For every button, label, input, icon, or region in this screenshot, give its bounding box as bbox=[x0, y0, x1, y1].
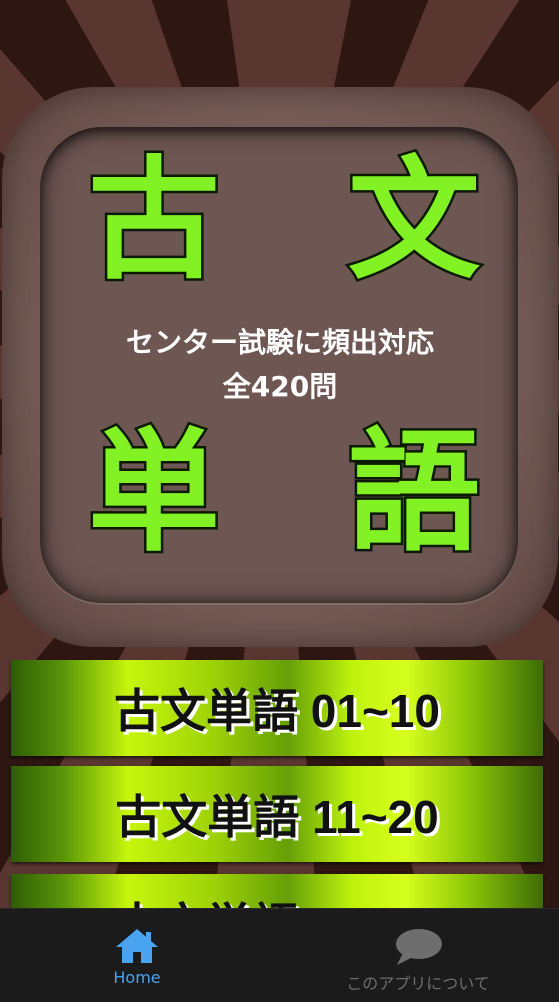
logo-kanji-tan: 単 bbox=[86, 416, 223, 570]
tab-about-label: このアプリについて bbox=[346, 974, 490, 993]
range-button-label: 古文単語 11~20 bbox=[115, 791, 439, 843]
range-button-label: 古文単語 01~10 bbox=[114, 685, 440, 737]
logo-subtitle-line1: センター試験に頻出対応 bbox=[125, 326, 434, 359]
bottom-tab-bar: Home このアプリについて bbox=[0, 908, 559, 1002]
logo-kanji-bun: 文 bbox=[346, 144, 483, 298]
home-icon bbox=[116, 929, 158, 963]
logo-kanji-ko: 古 bbox=[86, 144, 223, 298]
tab-home[interactable]: Home bbox=[87, 909, 187, 1002]
app-logo: 古 文 センター試験に頻出対応 全420問 単 語 bbox=[2, 87, 558, 647]
speech-bubble-icon bbox=[396, 929, 442, 965]
tab-about[interactable]: このアプリについて bbox=[318, 909, 518, 1002]
range-button-11-20[interactable]: 古文単語 11~20 bbox=[11, 766, 543, 862]
logo-kanji-go: 語 bbox=[346, 416, 483, 570]
range-button-01-10[interactable]: 古文単語 01~10 bbox=[11, 660, 543, 756]
tab-home-label: Home bbox=[113, 968, 161, 987]
logo-subtitle-line2: 全420問 bbox=[222, 370, 338, 403]
